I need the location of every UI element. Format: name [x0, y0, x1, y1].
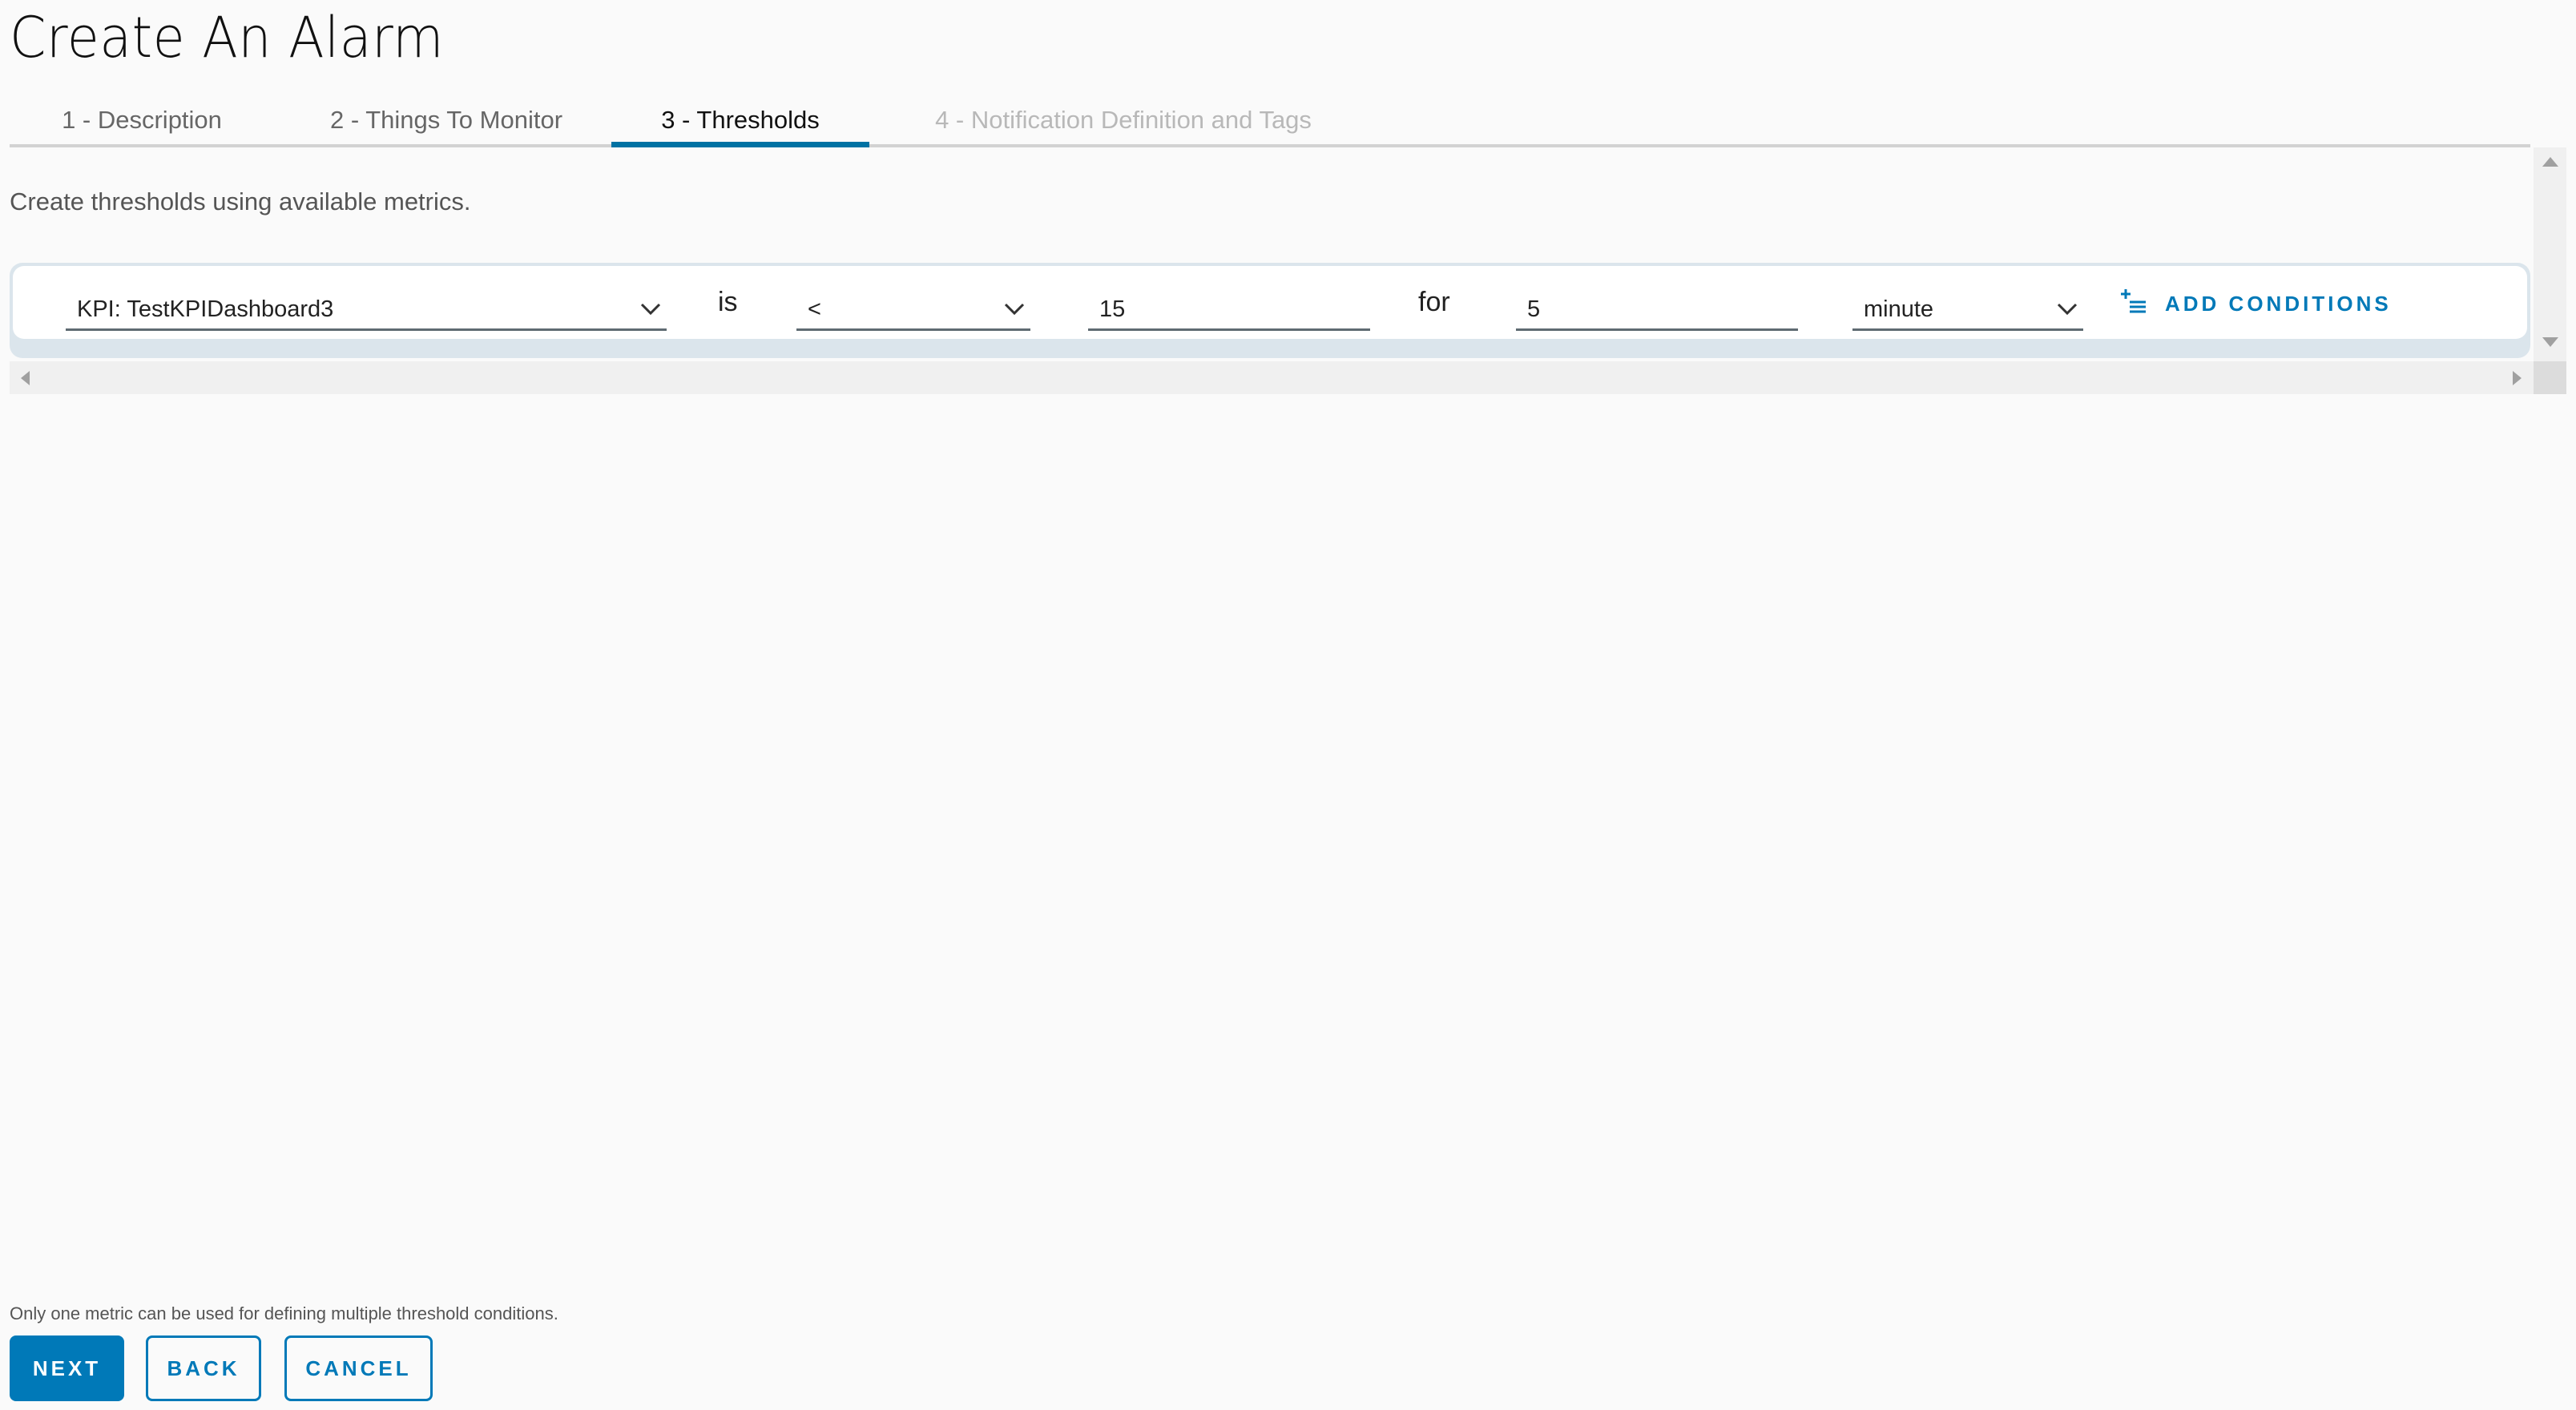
- page-title: Create An Alarm: [10, 5, 445, 70]
- thresholds-panel: Create thresholds using available metric…: [10, 147, 2566, 396]
- metric-select[interactable]: KPI: TestKPIDashboard3: [66, 290, 667, 331]
- chevron-down-icon: [2051, 302, 2083, 316]
- duration-unit-value: minute: [1864, 296, 1934, 322]
- scroll-down-arrow-icon[interactable]: [2542, 337, 2558, 347]
- chevron-down-icon: [998, 302, 1030, 316]
- is-label: is: [718, 287, 738, 317]
- scroll-up-arrow-icon[interactable]: [2542, 157, 2558, 167]
- duration-value: 5: [1527, 296, 1541, 322]
- condition-row: KPI: TestKPIDashboard3 is < 15 for 5 min…: [13, 266, 2527, 339]
- scroll-left-arrow-icon[interactable]: [21, 371, 30, 385]
- back-button[interactable]: BACK: [146, 1335, 261, 1401]
- threshold-value: 15: [1099, 296, 1126, 322]
- duration-value-input[interactable]: 5: [1516, 290, 1798, 331]
- footer-note: Only one metric can be used for defining…: [10, 1303, 558, 1323]
- metric-select-value: KPI: TestKPIDashboard3: [77, 296, 334, 322]
- scroll-right-arrow-icon[interactable]: [2513, 371, 2522, 385]
- vertical-scrollbar[interactable]: [2534, 147, 2566, 361]
- add-conditions-label: ADD CONDITIONS: [2165, 292, 2392, 316]
- instruction-text: Create thresholds using available metric…: [10, 187, 471, 216]
- condition-card: KPI: TestKPIDashboard3 is < 15 for 5 min…: [10, 263, 2530, 358]
- cancel-button[interactable]: CANCEL: [284, 1335, 433, 1401]
- tab-thresholds[interactable]: 3 - Thresholds: [611, 96, 869, 147]
- add-conditions-button[interactable]: ADD CONDITIONS: [2120, 288, 2392, 320]
- for-label: for: [1418, 287, 1450, 317]
- scrollbar-corner: [2534, 361, 2566, 394]
- next-button[interactable]: NEXT: [10, 1335, 124, 1401]
- threshold-value-input[interactable]: 15: [1088, 290, 1370, 331]
- tab-description[interactable]: 1 - Description: [34, 96, 250, 144]
- operator-select-value: <: [808, 296, 821, 322]
- horizontal-scrollbar[interactable]: [10, 361, 2534, 394]
- chevron-down-icon: [635, 302, 667, 316]
- tab-things-to-monitor[interactable]: 2 - Things To Monitor: [294, 96, 599, 144]
- duration-unit-select[interactable]: minute: [1852, 290, 2083, 331]
- tab-notification-definition-and-tags: 4 - Notification Definition and Tags: [935, 106, 1312, 134]
- operator-select[interactable]: <: [796, 290, 1030, 331]
- wizard-tabs: 1 - Description 2 - Things To Monitor 3 …: [10, 90, 2530, 147]
- add-list-icon: [2120, 288, 2147, 320]
